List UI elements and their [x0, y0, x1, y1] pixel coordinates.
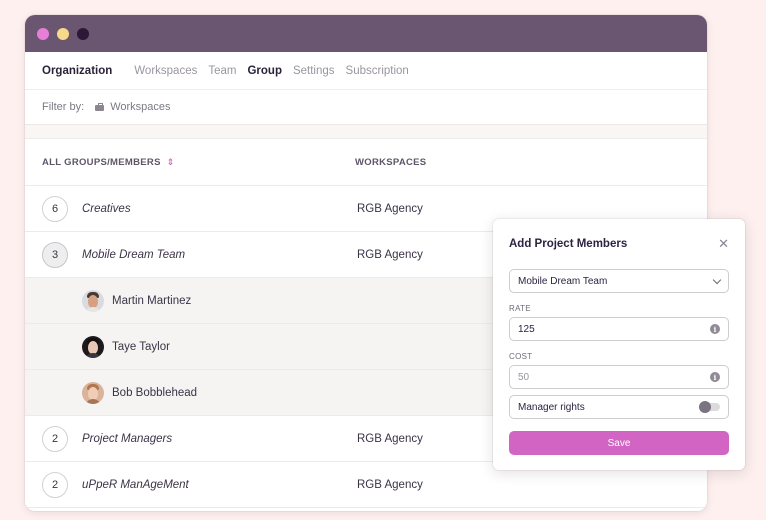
briefcase-icon — [95, 103, 105, 111]
column-header-workspaces: WORKSPACES — [355, 156, 427, 168]
section-divider — [25, 125, 707, 139]
rate-input[interactable]: 125 i — [509, 317, 729, 341]
member-name: Taye Taylor — [112, 340, 170, 353]
member-count-badge[interactable]: 2 — [42, 471, 68, 498]
member-name: Bob Bobblehead — [112, 386, 198, 399]
manager-rights-row[interactable]: Manager rights — [509, 395, 729, 419]
popover-title: Add Project Members — [509, 238, 628, 250]
save-button[interactable]: Save — [509, 431, 729, 455]
cost-input[interactable]: 50 i — [509, 365, 729, 389]
add-project-members-popover: Add Project Members ✕ Mobile Dream Team … — [493, 219, 745, 470]
table-header: ALL GROUPS/MEMBERS ⇕ WORKSPACES — [25, 139, 707, 186]
chevron-down-icon — [712, 275, 722, 284]
avatar-bob — [82, 381, 104, 404]
column-header-groups-label: ALL GROUPS/MEMBERS — [42, 156, 161, 168]
filter-bar: Filter by: Workspaces — [25, 90, 707, 125]
top-nav: Organization Workspaces Team Group Setti… — [25, 52, 707, 90]
sort-icon[interactable]: ⇕ — [167, 157, 175, 167]
avatar-taye — [82, 335, 104, 358]
filter-value: Workspaces — [110, 101, 171, 113]
tab-team[interactable]: Team — [208, 65, 236, 77]
member-name: Martin Martinez — [112, 294, 192, 307]
group-name: Project Managers — [82, 432, 173, 445]
rate-label: RATE — [509, 304, 531, 313]
workspace-name: RGB Agency — [357, 202, 423, 215]
member-count-badge[interactable]: 6 — [42, 195, 68, 222]
column-header-groups[interactable]: ALL GROUPS/MEMBERS ⇕ — [25, 157, 355, 168]
filter-label: Filter by: — [42, 101, 85, 113]
group-select[interactable]: Mobile Dream Team — [509, 269, 729, 293]
window-close-button[interactable] — [37, 27, 49, 40]
tab-group[interactable]: Group — [247, 65, 282, 77]
window-minimize-button[interactable] — [57, 27, 69, 40]
cost-placeholder: 50 — [518, 371, 530, 383]
tab-workspaces[interactable]: Workspaces — [134, 65, 197, 77]
workspace-name: RGB Agency — [357, 478, 423, 491]
title-bar — [25, 15, 707, 52]
group-name: uPpeR ManAgeMent — [82, 478, 189, 491]
info-icon[interactable]: i — [710, 372, 720, 382]
workspace-name: RGB Agency — [357, 248, 423, 261]
member-count-badge[interactable]: 2 — [42, 425, 68, 452]
member-count-badge[interactable]: 3 — [42, 241, 68, 268]
close-icon[interactable]: ✕ — [718, 236, 729, 252]
manager-rights-toggle[interactable] — [699, 401, 720, 413]
tab-settings[interactable]: Settings — [293, 65, 335, 77]
rate-value: 125 — [518, 323, 535, 335]
filter-workspaces-chip[interactable]: Workspaces — [95, 101, 171, 113]
tab-subscription[interactable]: Subscription — [346, 65, 409, 77]
cost-label: COST — [509, 352, 533, 361]
group-select-value: Mobile Dream Team — [518, 275, 608, 287]
group-name: Mobile Dream Team — [82, 248, 186, 261]
avatar-martin — [82, 289, 104, 312]
group-name: Creatives — [82, 202, 131, 215]
nav-organization[interactable]: Organization — [42, 65, 112, 77]
toggle-knob — [699, 401, 711, 413]
info-icon[interactable]: i — [710, 324, 720, 334]
manager-rights-label: Manager rights — [518, 401, 585, 413]
window-maximize-button[interactable] — [77, 27, 89, 40]
workspace-name: RGB Agency — [357, 432, 423, 445]
